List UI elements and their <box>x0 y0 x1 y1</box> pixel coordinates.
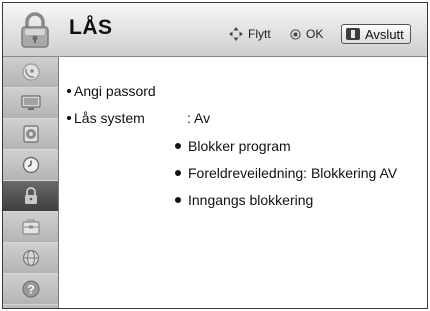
menu-item-value: : Av <box>187 110 211 126</box>
submenu-item-label: Blokker program <box>188 138 291 154</box>
sidebar-item-picture[interactable] <box>3 88 58 119</box>
sidebar-item-channels[interactable] <box>3 57 58 88</box>
tv-screen-icon <box>20 95 41 110</box>
ok-hint: OK <box>290 27 323 41</box>
sidebar-item-options[interactable] <box>3 212 58 243</box>
sidebar-item-network[interactable] <box>3 243 58 274</box>
globe-network-icon <box>22 249 39 267</box>
sidebar-item-lock[interactable] <box>3 181 58 212</box>
padlock-icon <box>24 187 37 204</box>
menu-item-label: Angi passord <box>74 83 156 99</box>
exit-button-label: Avslutt <box>365 26 404 42</box>
clock-icon <box>22 156 39 174</box>
move-hint-label: Flytt <box>248 27 271 41</box>
menu-item-lock-system[interactable]: Lås system : Av <box>67 110 407 126</box>
ok-hint-label: OK <box>306 27 324 41</box>
bullet <box>175 143 181 149</box>
page-title: LÅS <box>69 16 113 39</box>
toolbox-icon <box>21 219 40 235</box>
submenu-item-input-block[interactable]: Inngangs blokkering <box>175 192 313 208</box>
exit-key-icon <box>346 28 360 40</box>
svg-text:?: ? <box>27 283 34 297</box>
sidebar-item-sound[interactable] <box>3 119 58 150</box>
category-sidebar: ? <box>3 57 59 308</box>
submenu-item-parental-guidance[interactable]: Foreldreveiledning: Blokkering AV <box>175 165 397 181</box>
sidebar-item-support[interactable]: ? <box>3 274 58 305</box>
bullet <box>67 116 71 120</box>
submenu-item-block-program[interactable]: Blokker program <box>175 138 291 154</box>
padlock-icon <box>21 12 49 48</box>
header-bar: LÅS Flytt OK Avslutt <box>3 3 427 57</box>
lock-menu: Angi passord Lås system : Av Blokker pro… <box>59 57 427 308</box>
bullet <box>175 197 181 203</box>
navigation-arrows-icon <box>229 27 243 41</box>
lock-settings-screen: LÅS Flytt OK Avslutt ? Angi passord Lås … <box>2 2 428 309</box>
sidebar-item-time[interactable] <box>3 150 58 181</box>
move-hint: Flytt <box>229 27 271 41</box>
bullet <box>175 170 181 176</box>
speaker-icon <box>22 125 39 143</box>
help-icon: ? <box>22 280 39 298</box>
submenu-item-label: Foreldreveiledning: Blokkering AV <box>188 165 398 181</box>
satellite-dish-icon <box>21 63 40 81</box>
ok-button-icon <box>290 28 301 40</box>
submenu-item-label: Inngangs blokkering <box>188 192 314 208</box>
bullet <box>67 89 71 93</box>
menu-item-set-password[interactable]: Angi passord <box>67 83 156 99</box>
menu-item-label: Lås system <box>74 110 145 126</box>
exit-button[interactable]: Avslutt <box>341 24 411 44</box>
